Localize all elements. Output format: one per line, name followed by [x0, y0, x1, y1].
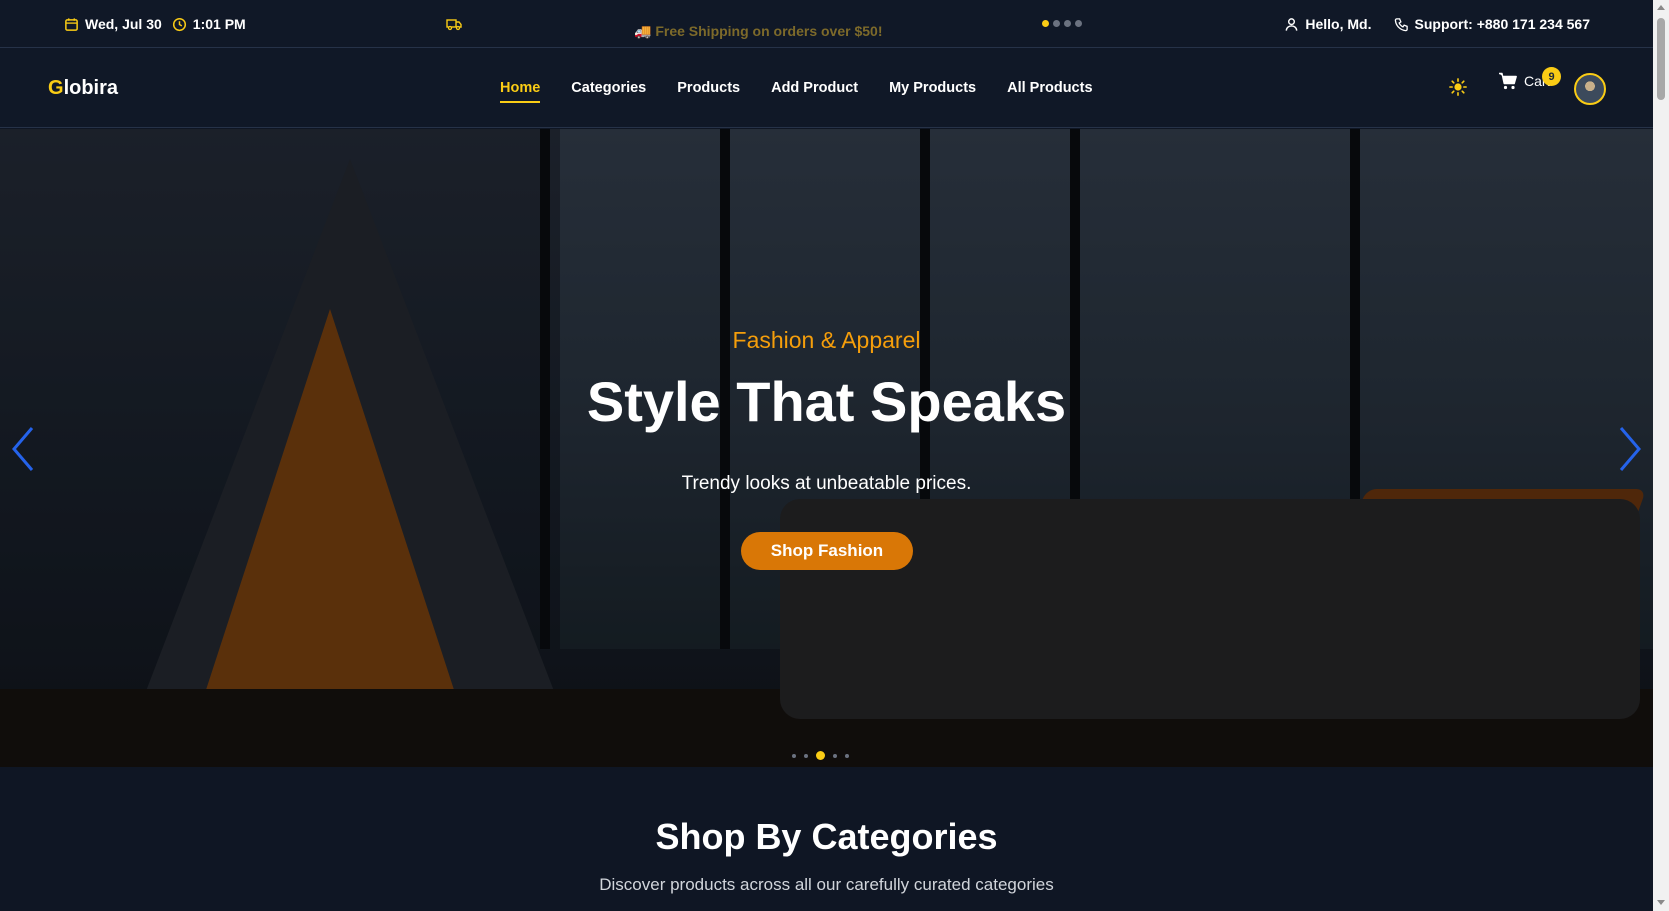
hero-pagination	[792, 751, 849, 760]
main-navbar: Globira Home Categories Products Add Pro…	[0, 48, 1653, 128]
hero-dot[interactable]	[792, 753, 796, 758]
scroll-down-arrow-icon[interactable]	[1657, 900, 1665, 905]
promo-carousel-dots	[1042, 20, 1082, 27]
hero-dot-active[interactable]	[816, 751, 825, 760]
nav-add-product[interactable]: Add Product	[771, 80, 858, 96]
logo-rest: lobira	[63, 77, 119, 99]
nav-home[interactable]: Home	[500, 80, 541, 103]
promo-dot[interactable]	[1064, 20, 1071, 27]
hero-dot[interactable]	[833, 753, 837, 758]
hero-dot[interactable]	[845, 753, 849, 758]
user-icon	[1286, 17, 1298, 31]
time-text: 1:01 PM	[192, 16, 246, 32]
calendar-icon	[65, 17, 78, 31]
account-info: Hello, Md. Support: +880 171 234 567	[1284, 0, 1590, 48]
nav-categories[interactable]: Categories	[571, 80, 646, 96]
logo-initial: G	[48, 77, 64, 99]
section-description: Discover products across all our careful…	[599, 875, 1054, 894]
logo[interactable]: Globira	[48, 77, 118, 100]
page: Wed, Jul 30 1:01 PM 🚚 Free Shipping on o…	[0, 0, 1669, 911]
phone-icon	[1394, 17, 1408, 31]
greeting-text: Hello, Md.	[1305, 16, 1372, 32]
greeting-item[interactable]: Hello, Md.	[1284, 16, 1372, 32]
hero-title: Style That Speaks	[586, 370, 1067, 433]
truck-icon	[446, 19, 462, 31]
nav-links: Home Categories Products Add Product My …	[500, 48, 1093, 128]
time-item: 1:01 PM	[172, 16, 246, 32]
date-item: Wed, Jul 30	[64, 16, 162, 32]
scroll-up-arrow-icon[interactable]	[1657, 5, 1665, 10]
date-text: Wed, Jul 30	[85, 16, 162, 32]
promo-dot[interactable]	[1075, 20, 1082, 27]
cart-count-badge: 9	[1542, 67, 1561, 86]
nav-my-products[interactable]: My Products	[889, 80, 976, 96]
hero-content: Fashion & Apparel Style That Speaks Tren…	[0, 129, 1653, 767]
cart-button[interactable]: Cart 9	[1498, 67, 1561, 90]
nav-products[interactable]: Products	[677, 80, 740, 96]
avatar[interactable]	[1574, 73, 1606, 105]
scrollbar[interactable]	[1653, 0, 1669, 911]
nav-all-products[interactable]: All Products	[1007, 80, 1092, 96]
chevron-left-icon[interactable]	[8, 424, 38, 474]
hero-subtitle: Fashion & Apparel	[732, 327, 921, 353]
hero-dot[interactable]	[804, 753, 808, 758]
section-title: Shop By Categories	[655, 816, 998, 857]
hero-carousel: Fashion & Apparel Style That Speaks Tren…	[0, 129, 1653, 767]
scroll-thumb[interactable]	[1657, 18, 1665, 100]
hero-description: Trendy looks at unbeatable prices.	[681, 473, 972, 494]
support-text: Support: +880 171 234 567	[1414, 16, 1591, 32]
promo-dot[interactable]	[1053, 20, 1060, 27]
shop-fashion-button[interactable]: Shop Fashion	[741, 532, 913, 570]
promo-text: 🚚 Free Shipping on orders over $50!	[634, 23, 883, 39]
sun-icon[interactable]	[1449, 78, 1467, 96]
promo-dot[interactable]	[1042, 20, 1049, 27]
top-bar: Wed, Jul 30 1:01 PM 🚚 Free Shipping on o…	[0, 0, 1653, 48]
date-time: Wed, Jul 30 1:01 PM	[64, 0, 246, 48]
clock-icon	[172, 17, 186, 31]
support-item[interactable]: Support: +880 171 234 567	[1394, 16, 1591, 32]
cart-icon	[1499, 72, 1517, 90]
chevron-right-icon[interactable]	[1615, 424, 1645, 474]
